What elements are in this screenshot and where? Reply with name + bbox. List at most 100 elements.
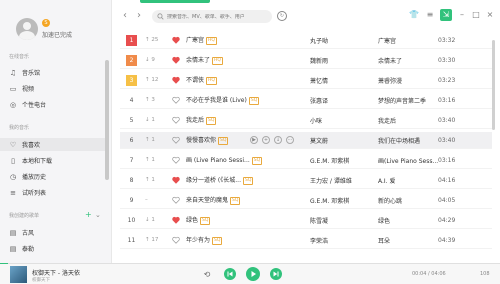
song-title[interactable]: 来自天堂的魔鬼 SQ [186, 195, 241, 205]
song-title[interactable]: 不谓侠 HQ [186, 75, 217, 85]
username[interactable]: 加速已完成 [42, 30, 72, 39]
album-name[interactable]: 梦想的声音第二季 [378, 96, 426, 105]
profile[interactable]: S 加速已完成 [10, 18, 110, 40]
previous-button[interactable] [224, 268, 236, 280]
song-title-text[interactable]: 画 (Live Piano Sessi... [186, 157, 250, 164]
album-name[interactable]: 广寒宫 [378, 36, 396, 45]
album-name[interactable]: 绿色 [378, 216, 390, 225]
singer-name[interactable]: 王力宏 / 谭维维 [310, 176, 352, 185]
refresh-icon[interactable]: ↻ [277, 11, 287, 21]
next-button[interactable] [270, 268, 282, 280]
add-playlist-icon[interactable]: + [85, 211, 92, 219]
table-row[interactable]: 5 ↓ 1 我走后 SQ 小咪 我走后 03:40 [120, 112, 492, 129]
sidebar-item-favorites[interactable]: ♡ 我喜欢 [0, 138, 106, 151]
album-cover[interactable] [10, 266, 27, 283]
song-title-text[interactable]: 年少有为 [186, 237, 210, 244]
maximize-icon[interactable]: □ [470, 9, 482, 21]
back-arrow-icon[interactable]: ‹ [120, 10, 130, 22]
singer-name[interactable]: 萧忆情 [310, 76, 328, 85]
table-row[interactable]: 2 ↓ 9 余情未了 HQ 魏新雨 余情未了 03:30 [120, 52, 492, 69]
search-input[interactable] [167, 13, 267, 20]
album-name[interactable]: 耳朵 [378, 236, 390, 245]
song-title[interactable]: 广寒宫 HQ [186, 35, 217, 45]
add-row-icon[interactable]: + [262, 136, 270, 144]
song-title-text[interactable]: 广寒宫 [186, 37, 204, 44]
singer-name[interactable]: 张惠译 [310, 96, 328, 105]
song-title[interactable]: 缘分一道桥 (《长城... SQ [186, 175, 254, 185]
table-row[interactable]: 10 ↓ 1 绿色 SQ 陈雪凝 绿色 04:29 [120, 212, 492, 229]
like-heart-icon[interactable] [172, 216, 180, 224]
now-playing-title[interactable]: 权御天下 - 洛天依 [32, 268, 80, 277]
album-name[interactable]: 我走后 [378, 116, 396, 125]
mini-mode-icon[interactable]: ⇲ [440, 9, 452, 21]
like-heart-icon[interactable] [172, 176, 180, 184]
progress-bar[interactable] [0, 263, 500, 264]
album-name[interactable]: 画(Live Piano Sess... [378, 156, 438, 165]
song-title-text[interactable]: 不谓侠 [186, 77, 204, 84]
like-heart-icon[interactable] [172, 116, 180, 124]
more-row-icon[interactable]: ⋯ [286, 136, 294, 144]
avatar[interactable] [16, 18, 38, 40]
album-name[interactable]: 我们在中场相遇 [378, 136, 420, 145]
song-title-text[interactable]: 来自天堂的魔鬼 [186, 197, 228, 204]
singer-name[interactable]: 李荣浩 [310, 236, 328, 245]
sidebar-item-local-download[interactable]: ▯ 本地和下载 [0, 154, 106, 167]
table-row[interactable]: 6 ↑ 1 慢慢喜欢你 SQ ▶ + ↓ ⋯ 莫文蔚 我们在中场相遇 03:40 [120, 132, 492, 149]
like-heart-icon[interactable] [172, 136, 180, 144]
like-heart-icon[interactable] [172, 36, 180, 44]
singer-name[interactable]: 丸子呦 [310, 36, 328, 45]
song-title-text[interactable]: 慢慢喜欢你 [186, 137, 216, 144]
table-row[interactable]: 8 ↑ 1 缘分一道桥 (《长城... SQ 王力宏 / 谭维维 A.I. 爱 0… [120, 172, 492, 189]
loop-icon[interactable]: ⟲ [202, 270, 212, 280]
singer-name[interactable]: 小咪 [310, 116, 322, 125]
like-heart-icon[interactable] [172, 196, 180, 204]
skin-icon[interactable]: 👕 [408, 9, 420, 21]
song-title[interactable]: 慢慢喜欢你 SQ [186, 135, 229, 145]
song-title[interactable]: 不必在乎我是谁 (Live) SQ [186, 95, 260, 105]
search-box[interactable] [152, 10, 272, 23]
sidebar-item-history[interactable]: ◷ 播放历史 [0, 170, 106, 183]
singer-name[interactable]: G.E.M. 邓紫棋 [310, 196, 349, 205]
forward-arrow-icon[interactable]: › [134, 10, 144, 22]
sidebar-scrollbar[interactable] [105, 60, 109, 180]
minimize-icon[interactable]: – [456, 9, 468, 21]
table-row[interactable]: 4 ↑ 3 不必在乎我是谁 (Live) SQ 张惠译 梦想的声音第二季 03:1… [120, 92, 492, 109]
album-name[interactable]: 新的心跳 [378, 196, 402, 205]
sidebar-item-playlist-gufeng[interactable]: ▤ 古风 [0, 226, 106, 239]
close-icon[interactable]: × [484, 9, 496, 21]
sidebar-item-music-hall[interactable]: ♫ 音乐馆 [0, 66, 106, 79]
singer-name[interactable]: 陈雪凝 [310, 216, 328, 225]
comment-count[interactable]: 108 [480, 271, 490, 277]
song-title[interactable]: 年少有为 SQ [186, 235, 223, 245]
download-row-icon[interactable]: ↓ [274, 136, 282, 144]
song-title[interactable]: 余情未了 HQ [186, 55, 223, 65]
song-title[interactable]: 我走后 SQ [186, 115, 217, 125]
song-title-text[interactable]: 余情未了 [186, 57, 210, 64]
chevron-down-icon[interactable]: ⌄ [95, 211, 101, 219]
sidebar-item-video[interactable]: ▭ 视频 [0, 82, 106, 95]
play-button[interactable] [246, 267, 260, 281]
song-title[interactable]: 绿色 SQ [186, 215, 211, 225]
play-row-icon[interactable]: ▶ [250, 136, 258, 144]
table-row[interactable]: 11 ↑ 17 年少有为 SQ 李荣浩 耳朵 04:39 [120, 232, 492, 249]
like-heart-icon[interactable] [172, 56, 180, 64]
table-row[interactable]: 3 ↑ 12 不谓侠 HQ 萧忆情 萧睿弥漫 03:23 [120, 72, 492, 89]
song-title-text[interactable]: 我走后 [186, 117, 204, 124]
singer-name[interactable]: 魏新雨 [310, 56, 328, 65]
sidebar-item-radio[interactable]: ◎ 个性电台 [0, 98, 106, 111]
song-title-text[interactable]: 绿色 [186, 217, 198, 224]
album-name[interactable]: 余情未了 [378, 56, 402, 65]
song-title[interactable]: 画 (Live Piano Sessi... SQ [186, 155, 263, 165]
song-title-text[interactable]: 缘分一道桥 (《长城... [186, 177, 241, 184]
singer-name[interactable]: 莫文蔚 [310, 136, 328, 145]
like-heart-icon[interactable] [172, 156, 180, 164]
like-heart-icon[interactable] [172, 236, 180, 244]
like-heart-icon[interactable] [172, 96, 180, 104]
sidebar-item-playlist-taile[interactable]: ▤ 泰勒 [0, 242, 106, 255]
table-row[interactable]: 7 ↑ 1 画 (Live Piano Sessi... SQ G.E.M. 邓紫… [120, 152, 492, 169]
album-name[interactable]: A.I. 爱 [378, 176, 396, 185]
album-name[interactable]: 萧睿弥漫 [378, 76, 402, 85]
table-scrollbar[interactable] [492, 40, 495, 130]
singer-name[interactable]: G.E.M. 邓紫棋 [310, 156, 349, 165]
table-row[interactable]: 9 – 来自天堂的魔鬼 SQ G.E.M. 邓紫棋 新的心跳 04:05 [120, 192, 492, 209]
